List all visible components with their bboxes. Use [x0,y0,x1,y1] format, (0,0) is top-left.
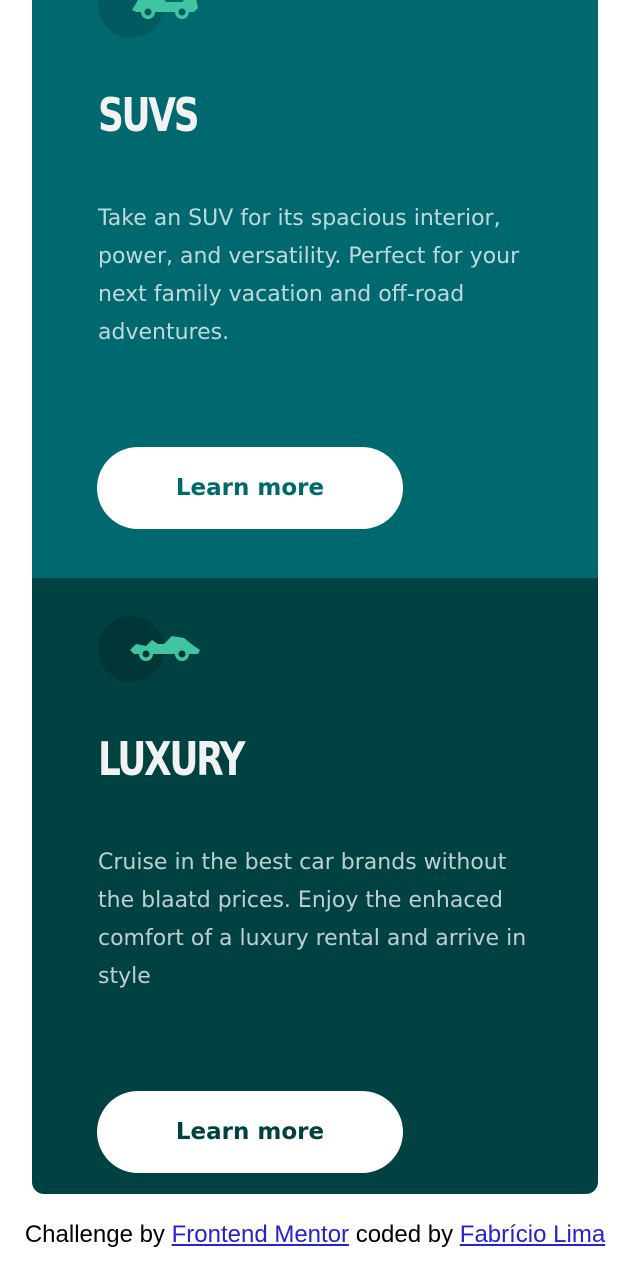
attribution: Challenge by Frontend Mentor coded by Fa… [0,1220,630,1250]
luxury-car-icon-glyph [130,636,200,661]
attribution-prefix: Challenge by [24,1221,165,1248]
suv-car-icon [98,0,198,38]
luxury-car-icon [98,616,200,682]
card-description: Take an SUV for its spacious interior, p… [98,206,520,345]
learn-more-button[interactable]: Learn more [97,447,403,529]
luxury-card: LUXURY Cruise in the best car brands wit… [32,578,598,1194]
page: SUVS Take an SUV for its spacious interi… [0,0,630,1280]
card-title: LUXURY [98,732,245,786]
attribution-middle: coded by [355,1221,454,1248]
card-title: SUVS [98,88,200,142]
author-link[interactable]: Fabrício Lima [460,1221,605,1248]
card-stack: SUVS Take an SUV for its spacious interi… [32,0,598,1194]
suvs-card: SUVS Take an SUV for its spacious interi… [32,0,598,578]
card-description: Cruise in the best car brands without th… [98,850,527,989]
frontend-mentor-link[interactable]: Frontend Mentor [172,1221,349,1248]
learn-more-button[interactable]: Learn more [97,1091,403,1173]
suv-car-icon-glyph [132,0,198,19]
